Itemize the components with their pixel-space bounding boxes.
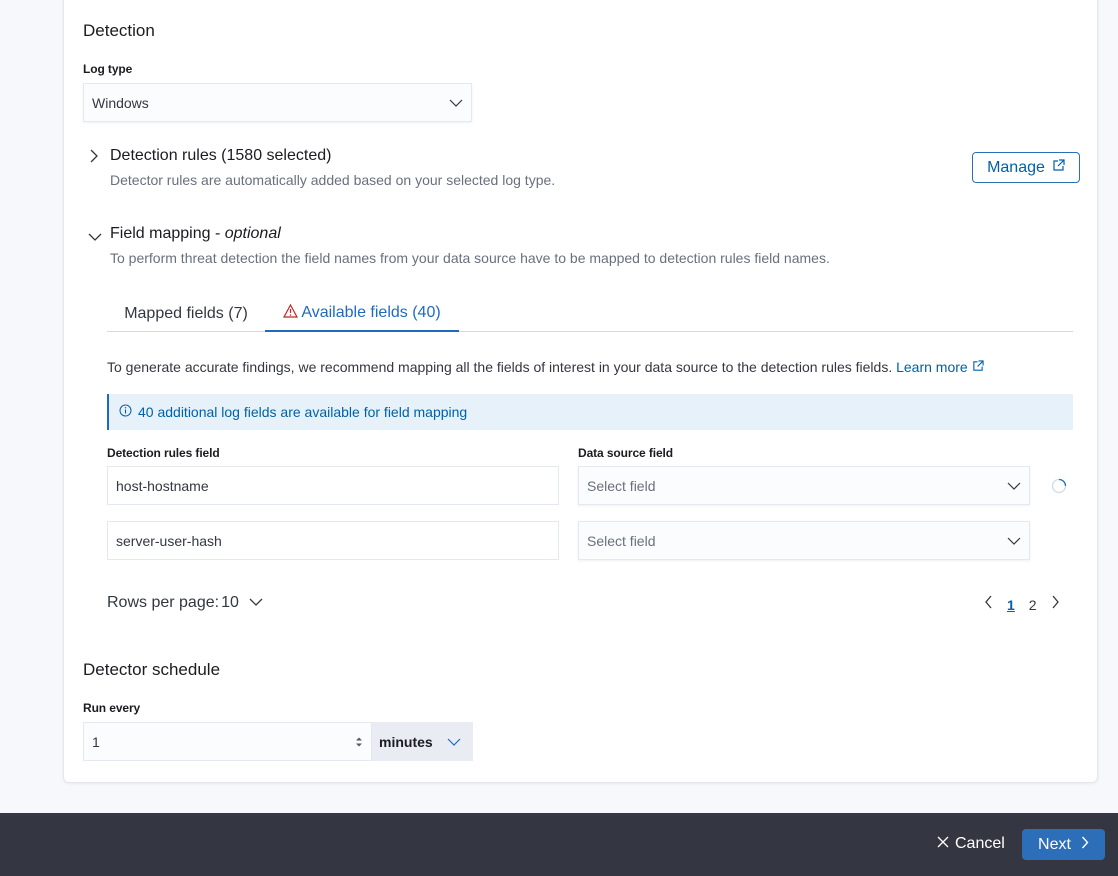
source-field-placeholder: Select field — [587, 477, 656, 494]
detector-schedule-heading: Detector schedule — [83, 660, 221, 679]
external-link-icon — [1052, 158, 1065, 177]
next-button[interactable]: Next — [1022, 829, 1105, 860]
recommendation-copy: To generate accurate findings, we recomm… — [107, 359, 893, 375]
source-field-select[interactable]: Select field — [578, 466, 1030, 505]
rule-field-input: server-user-hash — [107, 521, 559, 560]
rule-field-value: server-user-hash — [116, 532, 222, 549]
next-page-icon[interactable] — [1051, 595, 1060, 614]
log-type-value: Windows — [92, 94, 149, 111]
field-mapping-title: Field mapping - — [110, 225, 225, 242]
run-every-unit-select[interactable]: minutes — [372, 722, 473, 761]
detection-heading: Detection — [83, 21, 155, 40]
close-icon — [937, 835, 949, 853]
recommendation-text: To generate accurate findings, we recomm… — [107, 359, 984, 375]
callout-text: 40 additional log fields are available f… — [138, 404, 468, 420]
page-1-button[interactable]: 1 — [1007, 597, 1015, 613]
chevron-right-icon[interactable] — [89, 149, 99, 168]
rows-per-page-value: 10 — [221, 594, 239, 611]
log-type-select[interactable]: Windows — [83, 83, 472, 122]
chevron-down-icon — [447, 734, 461, 750]
info-icon — [119, 404, 132, 420]
learn-more-link[interactable]: Learn more — [896, 359, 984, 375]
run-every-input[interactable]: 1 — [83, 722, 372, 761]
manage-label: Manage — [987, 158, 1045, 176]
source-field-select[interactable]: Select field — [578, 521, 1030, 560]
rows-per-page-button[interactable]: Rows per page: 10 — [107, 594, 263, 612]
tab-available-fields-label: Available fields (40) — [301, 304, 441, 321]
rows-per-page-label: Rows per page: — [107, 594, 220, 611]
info-callout: 40 additional log fields are available f… — [107, 394, 1073, 430]
cancel-label: Cancel — [955, 835, 1005, 852]
unit-value: minutes — [379, 733, 433, 750]
next-label: Next — [1038, 835, 1071, 853]
source-field-column-header: Data source field — [578, 446, 673, 460]
field-mapping-accordion-title[interactable]: Field mapping - optional — [110, 225, 281, 243]
detection-rules-accordion-title[interactable]: Detection rules (1580 selected) — [110, 147, 331, 165]
tab-mapped-fields[interactable]: Mapped fields (7) — [107, 296, 265, 332]
bottom-bar: Cancel Next — [0, 813, 1118, 876]
chevron-down-icon — [1007, 478, 1021, 494]
chevron-down-icon[interactable] — [88, 229, 102, 247]
learn-more-label: Learn more — [896, 359, 968, 375]
chevron-down-icon — [449, 95, 463, 111]
run-every-value: 1 — [92, 733, 100, 750]
tab-mapped-fields-label: Mapped fields (7) — [124, 305, 248, 322]
pagination: 1 2 — [984, 595, 1060, 614]
loading-spinner-icon — [1051, 478, 1067, 499]
tab-available-fields[interactable]: Available fields (40) — [265, 296, 459, 332]
field-mapping-description: To perform threat detection the field na… — [110, 250, 830, 266]
chevron-right-icon — [1081, 836, 1089, 854]
external-link-icon — [972, 359, 984, 375]
chevron-down-icon — [249, 594, 263, 612]
manage-button[interactable]: Manage — [972, 152, 1080, 183]
rule-field-value: host-hostname — [116, 477, 209, 494]
source-field-placeholder: Select field — [587, 532, 656, 549]
chevron-down-icon — [1007, 533, 1021, 549]
log-type-label: Log type — [83, 62, 133, 76]
page-2-button[interactable]: 2 — [1029, 597, 1037, 613]
previous-page-icon[interactable] — [984, 595, 993, 614]
optional-tag: optional — [224, 225, 281, 242]
rules-field-column-header: Detection rules field — [107, 446, 220, 460]
cancel-button[interactable]: Cancel — [937, 835, 1005, 853]
run-every-label: Run every — [83, 701, 141, 715]
warning-icon — [283, 303, 299, 323]
detector-form-card: Detection Log type Windows Detection rul… — [63, 0, 1098, 783]
number-stepper-icon[interactable] — [355, 736, 363, 748]
rule-field-input: host-hostname — [107, 466, 559, 505]
detection-rules-description: Detector rules are automatically added b… — [110, 172, 556, 188]
